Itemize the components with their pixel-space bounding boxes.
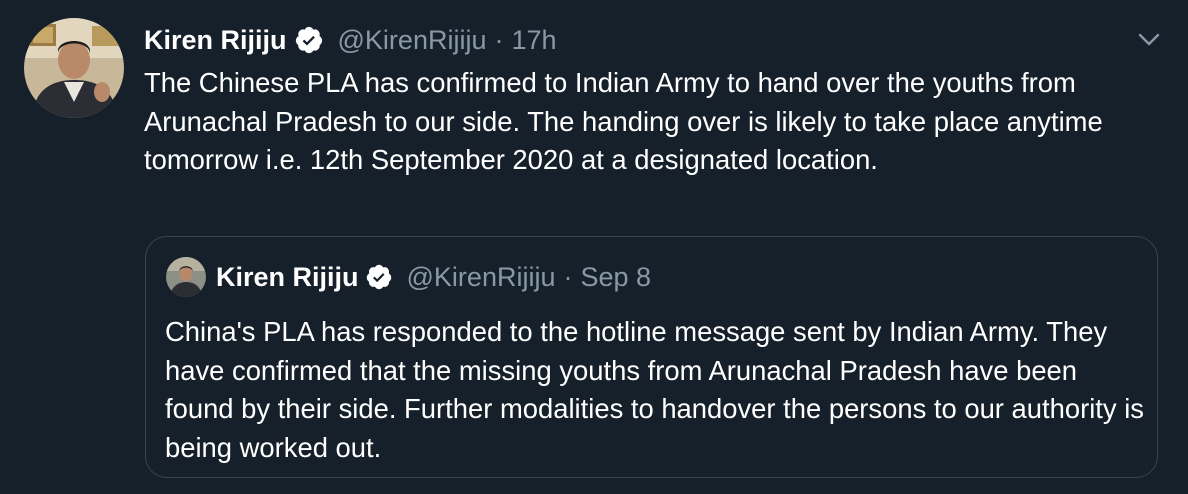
quoted-author-handle[interactable]: @KirenRijiju	[407, 262, 556, 293]
tweet-header: Kiren Rijiju @KirenRijiju · 17h	[144, 20, 557, 60]
quoted-author-name[interactable]: Kiren Rijiju	[216, 262, 359, 293]
verified-badge-icon	[365, 263, 393, 291]
user-avatar-icon	[166, 257, 206, 297]
verified-badge-icon	[294, 25, 324, 55]
quoted-tweet-timestamp[interactable]: Sep 8	[580, 262, 651, 293]
tweet-text: The Chinese PLA has confirmed to Indian …	[144, 67, 1103, 175]
chevron-down-icon[interactable]	[1134, 24, 1164, 54]
quoted-tweet-text: China's PLA has responded to the hotline…	[165, 316, 1144, 463]
tweet: Kiren Rijiju @KirenRijiju · 17h The Chin…	[0, 0, 1188, 494]
quoted-tweet-header: Kiren Rijiju @KirenRijiju · Sep 8	[216, 257, 651, 297]
separator-dot: ·	[494, 24, 504, 55]
quoted-author-avatar[interactable]	[166, 257, 206, 297]
tweet-timestamp[interactable]: 17h	[511, 25, 556, 56]
author-avatar[interactable]	[24, 18, 124, 118]
separator-dot: ·	[563, 261, 573, 292]
author-handle[interactable]: @KirenRijiju	[338, 25, 487, 56]
author-name[interactable]: Kiren Rijiju	[144, 25, 287, 56]
user-avatar-icon	[24, 18, 124, 118]
quoted-tweet[interactable]: Kiren Rijiju @KirenRijiju · Sep 8 China'…	[145, 236, 1158, 478]
